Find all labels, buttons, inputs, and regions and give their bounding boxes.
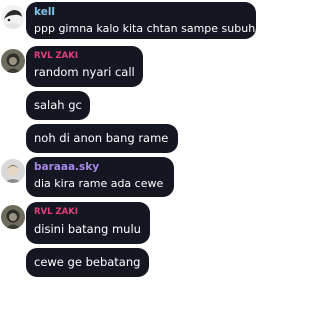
author-name-rvl-zaki[interactable]: RVL ZAKI — [34, 208, 78, 217]
avatar-rvl-zaki[interactable] — [1, 49, 25, 73]
message-bubble[interactable]: cewe ge bebatang — [26, 248, 149, 277]
message-text: salah gc — [34, 98, 82, 112]
avatar-rvl-zaki[interactable] — [1, 205, 25, 229]
rvl-zaki-avatar-image — [1, 49, 25, 73]
author-name-rvl-zaki[interactable]: RVL ZAKI — [34, 52, 78, 61]
message-bubble[interactable]: RVL ZAKI disini batang mulu — [26, 202, 150, 244]
message-bubble[interactable]: noh di anon bang rame — [26, 124, 178, 153]
message-bubble[interactable]: RVL ZAKI random nyari call — [26, 46, 143, 87]
message-text: dia kira rame ada cewe — [34, 177, 164, 190]
author-name-baraaa-sky[interactable]: baraaa.sky — [34, 162, 99, 173]
author-name-kell[interactable]: kell — [34, 7, 55, 18]
rvl-zaki-avatar-image — [1, 205, 25, 229]
message-text: random nyari call — [34, 65, 135, 79]
message-text: cewe ge bebatang — [34, 255, 141, 269]
avatar-baraaa-sky[interactable] — [1, 159, 25, 183]
kell-avatar-image — [1, 5, 25, 29]
message-text: ppp gimna kalo kita chtan sampe subuh — [34, 22, 256, 35]
message-text: disini batang mulu — [34, 222, 141, 236]
message-text: noh di anon bang rame — [34, 131, 169, 145]
chat-thread: kell ppp gimna kalo kita chtan sampe sub… — [0, 0, 268, 320]
message-bubble[interactable]: kell ppp gimna kalo kita chtan sampe sub… — [26, 2, 256, 39]
avatar-kell[interactable] — [1, 5, 25, 29]
baraaa-sky-avatar-image — [1, 159, 25, 183]
message-bubble[interactable]: baraaa.sky dia kira rame ada cewe — [26, 157, 174, 197]
message-bubble[interactable]: salah gc — [26, 91, 90, 120]
